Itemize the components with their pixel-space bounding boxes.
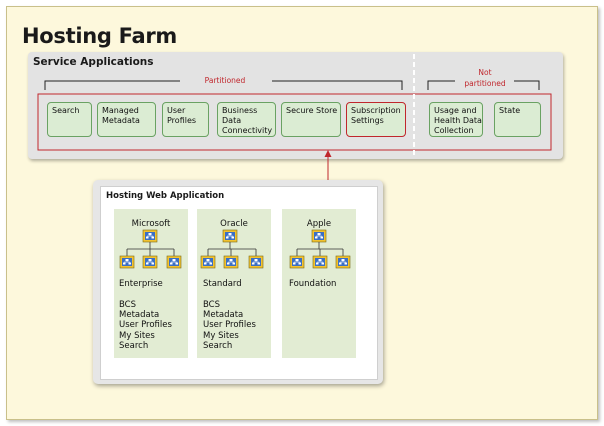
site-collection-tree bbox=[200, 229, 264, 269]
site-icon bbox=[335, 255, 351, 269]
site-collection-tree bbox=[289, 229, 351, 269]
site-icon bbox=[248, 255, 264, 269]
diagram-canvas: Hosting Farm Service Applications Partit… bbox=[0, 0, 604, 426]
site-icon bbox=[200, 255, 216, 269]
site-hierarchy-icons bbox=[119, 229, 351, 269]
site-collection-icon bbox=[142, 229, 158, 243]
site-icon bbox=[142, 255, 158, 269]
site-collection-icon bbox=[222, 229, 238, 243]
site-icon bbox=[166, 255, 182, 269]
site-icon bbox=[119, 255, 135, 269]
site-icon bbox=[312, 255, 328, 269]
site-collection-icon bbox=[311, 229, 327, 243]
site-icon bbox=[289, 255, 305, 269]
site-collection-tree bbox=[119, 229, 182, 269]
site-icon bbox=[223, 255, 239, 269]
